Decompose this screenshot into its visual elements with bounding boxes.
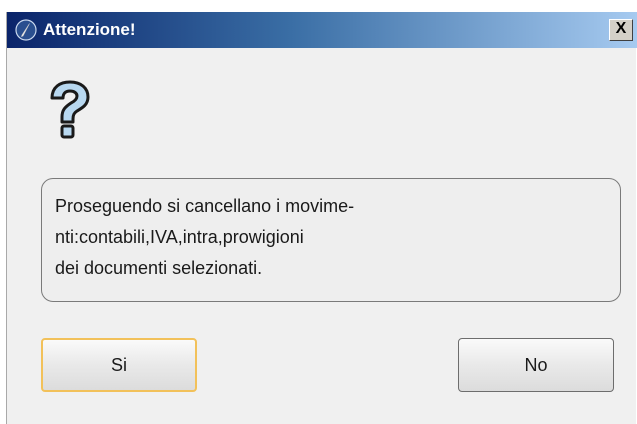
yes-button[interactable]: Si bbox=[41, 338, 197, 392]
confirm-dialog: Attenzione! X Proseguendo si cancellano … bbox=[6, 12, 637, 424]
message-line-1: Proseguendo si cancellano i movime- bbox=[55, 196, 355, 216]
question-icon bbox=[50, 80, 90, 139]
message-box: Proseguendo si cancellano i movime- nti:… bbox=[41, 178, 621, 302]
message-line-2: nti:contabili,IVA,intra,prowigioni bbox=[55, 227, 304, 247]
no-button[interactable]: No bbox=[458, 338, 614, 392]
close-button[interactable]: X bbox=[609, 19, 633, 41]
pen-icon bbox=[15, 19, 37, 41]
title-bar[interactable]: Attenzione! X bbox=[7, 12, 637, 48]
window-title: Attenzione! bbox=[43, 20, 136, 39]
message-line-3: dei documenti selezionati. bbox=[55, 258, 263, 278]
